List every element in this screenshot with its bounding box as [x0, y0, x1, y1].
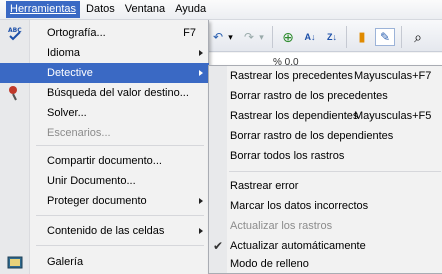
- menu-item-label: Ortografía...: [47, 27, 106, 39]
- toolbar-separator: [346, 26, 347, 48]
- menu-item-detective[interactable]: Detective: [0, 63, 209, 83]
- submenu-separator: [229, 171, 441, 172]
- detective-submenu: Rastrear los precedentes Mayusculas+F7 B…: [208, 65, 442, 274]
- menu-item-label: Escenarios...: [47, 127, 111, 139]
- sort-ascending-icon[interactable]: A↓: [301, 28, 319, 46]
- menu-item-escenarios: Escenarios...: [0, 123, 209, 143]
- submenu-item-borrar-todos[interactable]: Borrar todos los rastros: [209, 147, 442, 167]
- submenu-item-label: Borrar rastro de los dependientes: [230, 130, 394, 142]
- menu-datos[interactable]: Datos: [82, 1, 119, 18]
- spellcheck-icon: ABC: [7, 25, 23, 41]
- menu-item-compartir-documento[interactable]: Compartir documento...: [0, 151, 209, 171]
- menu-item-label: Idioma: [47, 47, 81, 59]
- menu-separator: [36, 145, 204, 146]
- menu-separator: [36, 215, 204, 216]
- sort-descending-icon[interactable]: Z↓: [323, 28, 341, 46]
- menu-datos-label: Datos: [86, 3, 115, 15]
- submenu-item-rastrear-dependientes[interactable]: Rastrear los dependientes Mayusculas+F5: [209, 107, 442, 127]
- menu-item-shortcut: F7: [183, 27, 196, 39]
- submenu-arrow-icon: [199, 228, 203, 234]
- submenu-item-shortcut: Mayusculas+F7: [354, 70, 432, 82]
- menu-ayuda[interactable]: Ayuda: [171, 1, 210, 18]
- redo-dropdown-icon[interactable]: ▾: [257, 28, 266, 46]
- menu-ventana-label: Ventana: [124, 3, 166, 15]
- menu-item-label: Detective: [47, 67, 93, 79]
- submenu-item-label: Actualizar automáticamente: [230, 240, 366, 252]
- submenu-item-label: Marcar los datos incorrectos: [230, 200, 369, 212]
- toolbar-separator: [401, 26, 402, 48]
- undo-icon[interactable]: ↶: [211, 28, 225, 46]
- menu-separator: [36, 245, 204, 246]
- submenu-item-actualizar-rastros: Actualizar los rastros: [209, 217, 442, 237]
- draw-functions-icon[interactable]: ✎: [375, 28, 395, 46]
- submenu-item-borrar-dependientes[interactable]: Borrar rastro de los dependientes: [209, 127, 442, 147]
- find-icon[interactable]: ⌕: [409, 28, 427, 46]
- checkmark-icon: ✔: [213, 239, 224, 253]
- menu-ventana[interactable]: Ventana: [121, 1, 169, 18]
- goal-seek-icon: [7, 85, 23, 101]
- submenu-item-actualizar-automaticamente[interactable]: ✔ Actualizar automáticamente: [209, 237, 442, 257]
- menu-herramientas-label: Herramientas: [10, 3, 77, 15]
- submenu-item-label: Actualizar los rastros: [230, 220, 333, 232]
- submenu-item-label: Rastrear los dependientes: [230, 110, 359, 122]
- submenu-item-marcar-incorrectos[interactable]: Marcar los datos incorrectos: [209, 197, 442, 217]
- submenu-arrow-icon: [199, 70, 203, 76]
- menu-item-label: Búsqueda del valor destino...: [47, 87, 189, 99]
- undo-dropdown-icon[interactable]: ▾: [226, 28, 235, 46]
- gallery-icon: [7, 254, 23, 270]
- menu-item-label: Solver...: [47, 107, 87, 119]
- menu-herramientas[interactable]: Herramientas: [6, 1, 81, 18]
- chart-icon[interactable]: ▮: [353, 28, 371, 46]
- navigator-icon[interactable]: ⊕: [279, 28, 297, 46]
- menu-item-label: Contenido de las celdas: [47, 225, 165, 237]
- menu-item-galeria[interactable]: Galería: [0, 252, 209, 272]
- menu-item-unir-documento[interactable]: Unir Documento...: [0, 171, 209, 191]
- menu-bar: Herramientas Datos Ventana Ayuda: [0, 0, 442, 20]
- menu-item-contenido-celdas[interactable]: Contenido de las celdas: [0, 221, 209, 241]
- submenu-item-rastrear-error[interactable]: Rastrear error: [209, 177, 442, 197]
- menu-item-label: Proteger documento: [47, 195, 147, 207]
- submenu-item-borrar-precedentes[interactable]: Borrar rastro de los precedentes: [209, 87, 442, 107]
- menu-item-idioma[interactable]: Idioma: [0, 43, 209, 63]
- menu-item-label: Unir Documento...: [47, 175, 136, 187]
- submenu-arrow-icon: [199, 198, 203, 204]
- menu-item-ortografia[interactable]: ABC Ortografía... F7: [0, 23, 209, 43]
- redo-icon[interactable]: ↷: [242, 28, 256, 46]
- submenu-item-label: Borrar todos los rastros: [230, 150, 345, 162]
- menu-ayuda-label: Ayuda: [175, 3, 207, 15]
- tools-menu: ABC Ortografía... F7 Idioma Detective Bú…: [0, 20, 209, 274]
- submenu-item-label: Rastrear error: [230, 180, 299, 192]
- submenu-item-label: Modo de relleno: [230, 258, 309, 270]
- submenu-item-label: Borrar rastro de los precedentes: [230, 90, 388, 102]
- submenu-item-modo-relleno[interactable]: Modo de relleno: [209, 255, 442, 274]
- menu-item-busqueda-valor-destino[interactable]: Búsqueda del valor destino...: [0, 83, 209, 103]
- submenu-item-shortcut: Mayusculas+F5: [354, 110, 432, 122]
- menu-item-proteger-documento[interactable]: Proteger documento: [0, 191, 209, 211]
- menu-item-label: Compartir documento...: [47, 155, 162, 167]
- standard-toolbar: ↶ ▾ ↷ ▾ ⊕ A↓ Z↓ ▮ ✎ ⌕: [175, 20, 442, 52]
- submenu-arrow-icon: [199, 50, 203, 56]
- menu-item-label: Galería: [47, 256, 84, 268]
- submenu-item-label: Rastrear los precedentes: [230, 70, 353, 82]
- toolbar-separator: [272, 26, 273, 48]
- menu-item-solver[interactable]: Solver...: [0, 103, 209, 123]
- submenu-item-rastrear-precedentes[interactable]: Rastrear los precedentes Mayusculas+F7: [209, 67, 442, 87]
